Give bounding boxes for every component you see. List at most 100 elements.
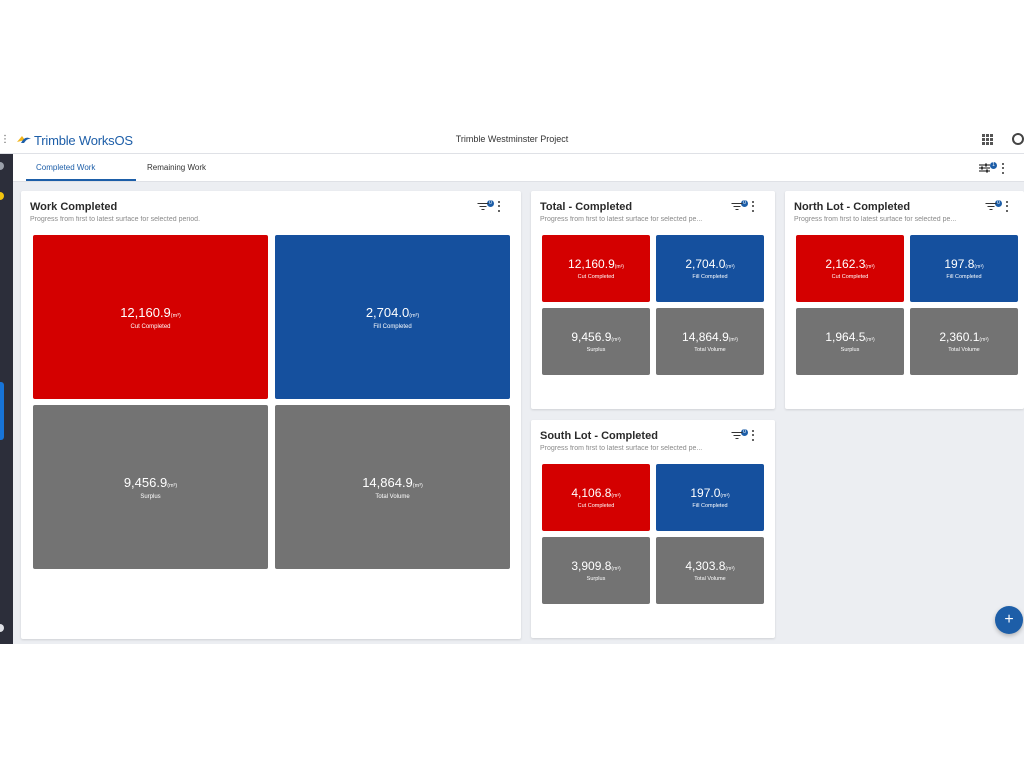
card-more-icon[interactable] bbox=[1005, 200, 1008, 212]
tile-unit: (m³) bbox=[611, 566, 621, 572]
tab-completed-work[interactable]: Completed Work bbox=[36, 163, 95, 172]
tile-cut-completed[interactable]: 12,160.9(m³) Cut Completed bbox=[542, 235, 650, 302]
tile-unit: (m³) bbox=[720, 493, 730, 499]
tile-unit: (m³) bbox=[412, 482, 423, 489]
tile-label: Surplus bbox=[586, 576, 606, 582]
tile-total-volume[interactable]: 4,303.8(m³) Total Volume bbox=[656, 537, 764, 604]
tile-total-volume[interactable]: 14,864.9(m³) Total Volume bbox=[275, 405, 510, 569]
card-subtitle: Progress from first to latest surface fo… bbox=[794, 216, 957, 223]
card-more-icon[interactable] bbox=[751, 200, 754, 212]
tile-value: 14,864.9 bbox=[682, 330, 729, 344]
tile-label: Surplus bbox=[140, 493, 161, 500]
tile-unit: (m³) bbox=[614, 264, 624, 270]
tab-bar: Completed Work Remaining Work 1 bbox=[13, 154, 1024, 182]
tile-label: Cut Completed bbox=[130, 323, 171, 330]
nav-status-icon[interactable] bbox=[0, 192, 4, 200]
tile-surplus[interactable]: 9,456.9(m³) Surplus bbox=[542, 308, 650, 375]
tile-label: Cut Completed bbox=[577, 503, 615, 509]
tabbar-more-icon[interactable] bbox=[1001, 162, 1004, 174]
tile-fill-completed[interactable]: 2,704.0(m³) Fill Completed bbox=[656, 235, 764, 302]
tile-surplus[interactable]: 1,964.5(m³) Surplus bbox=[796, 308, 904, 375]
tile-fill-completed[interactable]: 197.0(m³) Fill Completed bbox=[656, 464, 764, 531]
tile-surplus[interactable]: 9,456.9(m³) Surplus bbox=[33, 405, 268, 569]
nav-settings-icon[interactable] bbox=[0, 624, 4, 632]
nav-active-indicator bbox=[0, 382, 4, 440]
tile-cut-completed[interactable]: 4,106.8(m³) Cut Completed bbox=[542, 464, 650, 531]
card-work-completed: Work Completed Progress from first to la… bbox=[21, 191, 521, 639]
tile-unit: (m³) bbox=[167, 482, 178, 489]
filter-badge: 0 bbox=[741, 428, 748, 436]
card-title: North Lot - Completed bbox=[794, 201, 911, 213]
tile-value: 197.8 bbox=[944, 257, 975, 271]
tile-value: 14,864.9 bbox=[362, 474, 413, 490]
tile-value: 3,909.8 bbox=[571, 559, 612, 573]
tile-cut-completed[interactable]: 2,162.3(m³) Cut Completed bbox=[796, 235, 904, 302]
tile-cut-completed[interactable]: 12,160.9(m³) Cut Completed bbox=[33, 235, 268, 399]
tile-label: Total Volume bbox=[694, 576, 726, 582]
add-widget-button[interactable]: + bbox=[995, 606, 1023, 634]
app-switcher-icon[interactable] bbox=[982, 134, 993, 145]
card-title: Work Completed bbox=[30, 201, 118, 213]
tile-value: 4,106.8 bbox=[571, 486, 612, 500]
project-title: Trimble Westminster Project bbox=[455, 134, 569, 144]
tile-value: 9,456.9 bbox=[123, 474, 168, 490]
app-shell: ⋮ Trimble WorksOS Trimble Westminster Pr… bbox=[0, 126, 1024, 644]
tile-label: Total Volume bbox=[375, 493, 410, 500]
tile-unit: (m³) bbox=[725, 264, 735, 270]
filter-icon[interactable] bbox=[985, 202, 996, 211]
tile-value: 9,456.9 bbox=[571, 330, 612, 344]
tile-total-volume[interactable]: 2,360.1(m³) Total Volume bbox=[910, 308, 1018, 375]
tile-label: Fill Completed bbox=[373, 323, 412, 330]
tile-label: Total Volume bbox=[694, 347, 726, 353]
tile-fill-completed[interactable]: 197.8(m³) Fill Completed bbox=[910, 235, 1018, 302]
card-north-lot-completed: North Lot - Completed Progress from firs… bbox=[785, 191, 1024, 409]
tile-total-volume[interactable]: 14,864.9(m³) Total Volume bbox=[656, 308, 764, 375]
tile-unit: (m³) bbox=[725, 566, 735, 572]
tile-unit: (m³) bbox=[974, 264, 984, 270]
filter-badge: 0 bbox=[487, 199, 494, 207]
tile-value: 2,704.0 bbox=[365, 304, 410, 320]
filter-badge: 0 bbox=[995, 199, 1002, 207]
card-title: Total - Completed bbox=[540, 201, 633, 213]
tile-value: 1,964.5 bbox=[825, 330, 866, 344]
card-more-icon[interactable] bbox=[497, 200, 500, 212]
tile-label: Total Volume bbox=[948, 347, 980, 353]
filter-icon[interactable] bbox=[477, 202, 488, 211]
tile-label: Fill Completed bbox=[946, 274, 982, 280]
tile-value: 4,303.8 bbox=[685, 559, 726, 573]
tile-value: 12,160.9 bbox=[568, 257, 615, 271]
tile-unit: (m³) bbox=[865, 337, 875, 343]
tile-label: Surplus bbox=[586, 347, 606, 353]
card-south-lot-completed: South Lot - Completed Progress from firs… bbox=[531, 420, 775, 638]
tile-label: Cut Completed bbox=[577, 274, 615, 280]
card-total-completed: Total - Completed Progress from first to… bbox=[531, 191, 775, 409]
tile-unit: (m³) bbox=[170, 312, 181, 319]
nav-home-icon[interactable] bbox=[0, 162, 4, 170]
card-subtitle: Progress from first to latest surface fo… bbox=[30, 216, 201, 223]
tile-unit: (m³) bbox=[728, 337, 738, 343]
card-more-icon[interactable] bbox=[751, 429, 754, 441]
tile-label: Surplus bbox=[840, 347, 860, 353]
settings-sliders-icon[interactable] bbox=[979, 163, 990, 173]
card-subtitle: Progress from first to latest surface fo… bbox=[540, 445, 703, 452]
settings-badge: 1 bbox=[990, 161, 997, 169]
tile-label: Fill Completed bbox=[692, 274, 728, 280]
filter-icon[interactable] bbox=[731, 202, 742, 211]
tile-unit: (m³) bbox=[865, 264, 875, 270]
card-title: South Lot - Completed bbox=[540, 430, 658, 442]
tile-label: Cut Completed bbox=[831, 274, 869, 280]
tile-unit: (m³) bbox=[611, 337, 621, 343]
filter-icon[interactable] bbox=[731, 431, 742, 440]
tile-unit: (m³) bbox=[611, 493, 621, 499]
tile-value: 12,160.9 bbox=[120, 304, 171, 320]
tile-value: 2,162.3 bbox=[825, 257, 866, 271]
filter-badge: 0 bbox=[741, 199, 748, 207]
top-bar: ⋮ Trimble WorksOS Trimble Westminster Pr… bbox=[0, 126, 1024, 154]
user-account-icon[interactable] bbox=[1012, 133, 1024, 145]
tile-surplus[interactable]: 3,909.8(m³) Surplus bbox=[542, 537, 650, 604]
tile-value: 197.0 bbox=[690, 486, 721, 500]
tab-remaining-work[interactable]: Remaining Work bbox=[147, 163, 206, 172]
active-tab-underline bbox=[26, 179, 136, 181]
tile-value: 2,360.1 bbox=[939, 330, 980, 344]
tile-fill-completed[interactable]: 2,704.0(m³) Fill Completed bbox=[275, 235, 510, 399]
